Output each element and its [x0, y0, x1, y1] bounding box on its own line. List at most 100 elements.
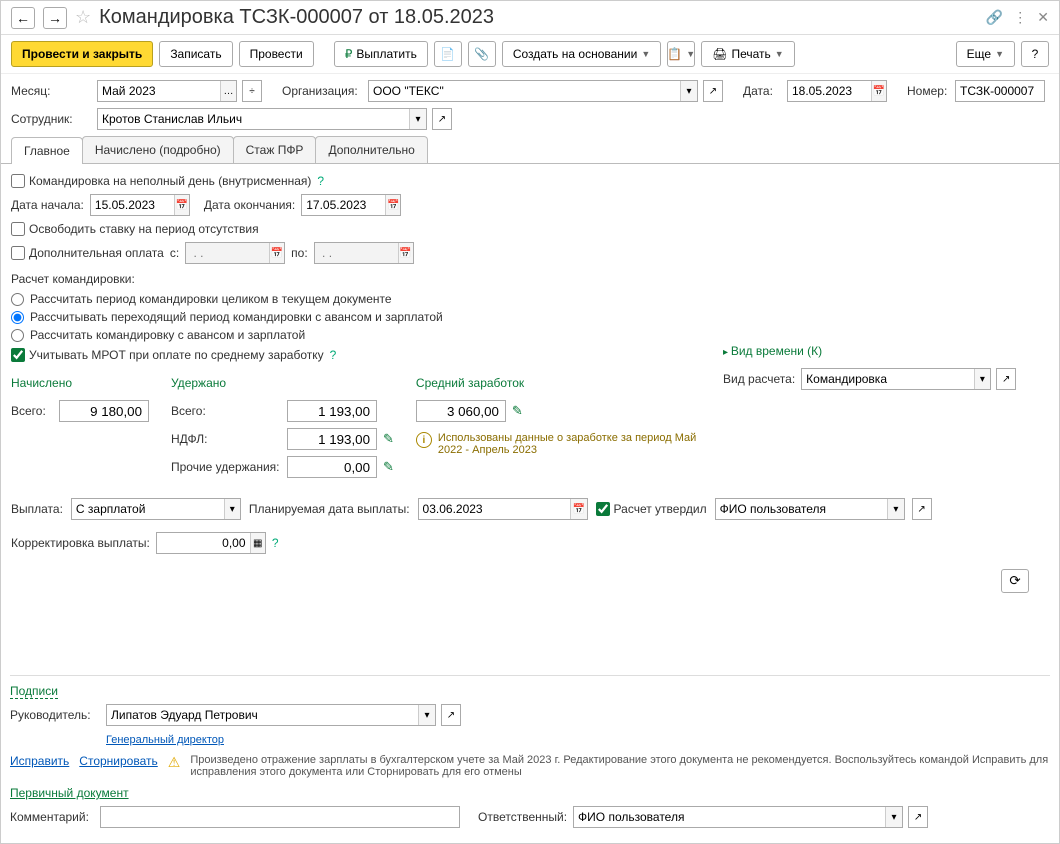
link-icon[interactable]: 🔗: [986, 9, 1003, 26]
partial-day-checkbox[interactable]: Командировка на неполный день (внутрисме…: [11, 174, 311, 188]
org-input[interactable]: [369, 81, 680, 101]
approver-field[interactable]: ▾: [715, 498, 905, 520]
partial-day-input[interactable]: [11, 174, 25, 188]
free-rate-checkbox[interactable]: Освободить ставку на период отсутствия: [11, 222, 259, 236]
post-and-close-button[interactable]: Провести и закрыть: [11, 41, 153, 67]
calc-type-input[interactable]: [802, 369, 974, 389]
accrued-total-field[interactable]: [59, 400, 149, 422]
ndfl-edit-icon[interactable]: ✎: [383, 431, 394, 447]
calc-radio-1[interactable]: [11, 293, 24, 306]
payment-dropdown-button[interactable]: ▾: [224, 499, 240, 519]
plan-date-picker-button[interactable]: 📅: [570, 499, 586, 519]
mrot-checkbox[interactable]: Учитывать МРОТ при оплате по среднему за…: [11, 348, 324, 362]
free-rate-input[interactable]: [11, 222, 25, 236]
other-withheld-field[interactable]: [287, 456, 377, 478]
print-button[interactable]: 🖨 Печать▼: [701, 41, 794, 67]
tab-main[interactable]: Главное: [11, 137, 83, 164]
month-input[interactable]: [98, 81, 220, 101]
signatures-link[interactable]: Подписи: [10, 684, 58, 699]
approved-checkbox[interactable]: Расчет утвердил: [596, 502, 707, 516]
other-edit-icon[interactable]: ✎: [383, 459, 394, 475]
end-date-field[interactable]: 📅: [301, 194, 401, 216]
approver-dropdown-button[interactable]: ▾: [887, 499, 903, 519]
employee-dropdown-button[interactable]: ▾: [409, 109, 426, 129]
avg-edit-icon[interactable]: ✎: [512, 403, 523, 419]
head-open-button[interactable]: ↗: [441, 704, 461, 726]
tab-extra[interactable]: Дополнительно: [315, 136, 427, 163]
withheld-total-field[interactable]: [287, 400, 377, 422]
calc-type-field[interactable]: ▾: [801, 368, 991, 390]
calc-type-dropdown-button[interactable]: ▾: [974, 369, 990, 389]
head-position-link[interactable]: Генеральный директор: [106, 734, 224, 746]
payment-input[interactable]: [72, 499, 224, 519]
org-dropdown-button[interactable]: ▾: [680, 81, 697, 101]
calc-type-open-button[interactable]: ↗: [996, 368, 1016, 390]
fix-link[interactable]: Исправить: [10, 754, 69, 768]
kebab-menu-icon[interactable]: ⋮: [1013, 9, 1027, 26]
end-date-input[interactable]: [302, 195, 385, 215]
document-icon-button[interactable]: 📄: [434, 41, 462, 67]
attachment-icon-button[interactable]: 📎: [468, 41, 496, 67]
start-date-input[interactable]: [91, 195, 174, 215]
mrot-input[interactable]: [11, 348, 25, 362]
employee-input[interactable]: [98, 109, 409, 129]
plan-date-field[interactable]: 📅: [418, 498, 588, 520]
org-open-button[interactable]: ↗: [703, 80, 723, 102]
employee-field[interactable]: ▾: [97, 108, 427, 130]
reverse-link[interactable]: Сторнировать: [79, 754, 157, 768]
responsible-open-button[interactable]: ↗: [908, 806, 928, 828]
approver-input[interactable]: [716, 499, 888, 519]
calc-option-1[interactable]: Рассчитать период командировки целиком в…: [11, 292, 1049, 306]
date-field[interactable]: 📅: [787, 80, 887, 102]
responsible-input[interactable]: [574, 807, 885, 827]
start-date-field[interactable]: 📅: [90, 194, 190, 216]
date-input[interactable]: [788, 81, 871, 101]
tab-accrued[interactable]: Начислено (подробно): [82, 136, 234, 163]
org-field[interactable]: ▾: [368, 80, 698, 102]
calc-radio-2[interactable]: [11, 311, 24, 324]
help-button[interactable]: ?: [1021, 41, 1049, 67]
start-date-picker-button[interactable]: 📅: [174, 195, 189, 215]
create-based-on-button[interactable]: Создать на основании▼: [502, 41, 661, 67]
time-kind-link[interactable]: Вид времени (К): [723, 344, 1033, 358]
ndfl-field[interactable]: [287, 428, 377, 450]
responsible-field[interactable]: ▾: [573, 806, 903, 828]
correction-hint-icon[interactable]: ?: [272, 536, 279, 550]
correction-field[interactable]: ▦: [156, 532, 266, 554]
date-picker-button[interactable]: 📅: [871, 81, 886, 101]
comment-field[interactable]: [100, 806, 460, 828]
month-spinner[interactable]: ÷: [242, 80, 262, 102]
month-field[interactable]: …: [97, 80, 237, 102]
correction-calc-button[interactable]: ▦: [250, 533, 265, 553]
avg-earnings-field[interactable]: [416, 400, 506, 422]
head-dropdown-button[interactable]: ▾: [418, 705, 435, 725]
responsible-dropdown-button[interactable]: ▾: [885, 807, 902, 827]
pay-button[interactable]: ₽Выплатить: [334, 41, 428, 67]
month-picker-button[interactable]: …: [220, 81, 236, 101]
plan-date-input[interactable]: [419, 499, 571, 519]
copy-icon-button[interactable]: 📋▼: [667, 41, 695, 67]
calc-option-3[interactable]: Рассчитать командировку с авансом и зарп…: [11, 328, 1049, 342]
extra-pay-input[interactable]: [11, 246, 25, 260]
nav-back-button[interactable]: ←: [11, 7, 35, 29]
primary-doc-link[interactable]: Первичный документ: [10, 786, 129, 800]
calc-radio-3[interactable]: [11, 329, 24, 342]
employee-open-button[interactable]: ↗: [432, 108, 452, 130]
write-button[interactable]: Записать: [159, 41, 232, 67]
extra-pay-checkbox[interactable]: Дополнительная оплата: [11, 246, 164, 260]
payment-field[interactable]: ▾: [71, 498, 241, 520]
head-input[interactable]: [107, 705, 418, 725]
head-field[interactable]: ▾: [106, 704, 436, 726]
favorite-star-icon[interactable]: ☆: [75, 7, 91, 28]
approver-open-button[interactable]: ↗: [912, 498, 932, 520]
correction-input[interactable]: [157, 533, 250, 553]
post-button[interactable]: Провести: [239, 41, 314, 67]
end-date-picker-button[interactable]: 📅: [385, 195, 400, 215]
nav-forward-button[interactable]: →: [43, 7, 67, 29]
more-button[interactable]: Еще▼: [956, 41, 1015, 67]
approved-input[interactable]: [596, 502, 610, 516]
mrot-hint-icon[interactable]: ?: [330, 348, 337, 362]
refresh-button[interactable]: ⟳: [1001, 569, 1029, 593]
calc-option-2[interactable]: Рассчитывать переходящий период командир…: [11, 310, 1049, 324]
tab-pfr[interactable]: Стаж ПФР: [233, 136, 317, 163]
